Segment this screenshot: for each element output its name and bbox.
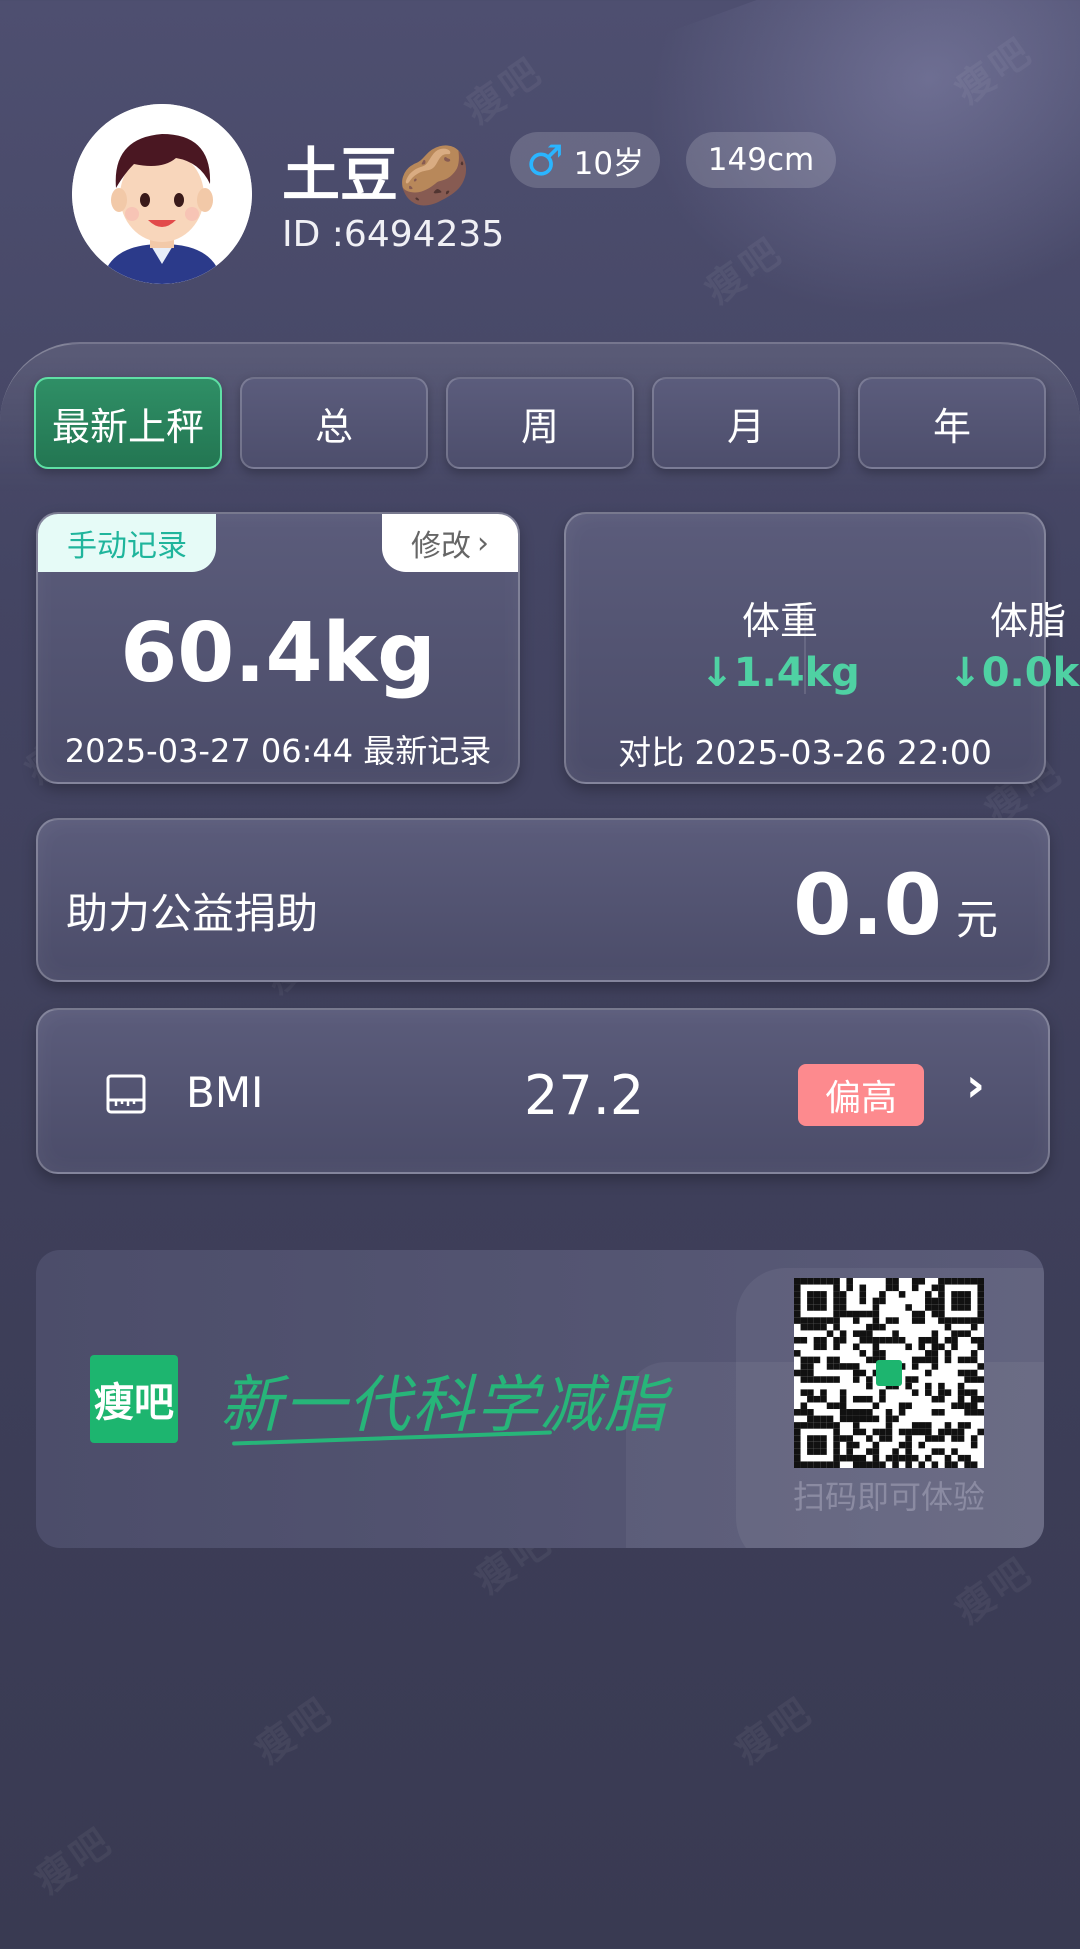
record-timestamp: 2025-03-27 06:44 最新记录: [64, 732, 492, 770]
age-label: 10岁: [573, 145, 645, 182]
weight-value: 60.4kg: [120, 606, 436, 701]
donation-label: 助力公益捐助: [66, 889, 319, 938]
male-icon: ♂: [525, 135, 564, 185]
weight-compare-label: 体重: [741, 599, 818, 643]
bmi-status-badge: 偏高: [798, 1064, 924, 1126]
weight-delta: ↓1.4kg: [700, 650, 860, 696]
tab-month[interactable]: 月: [652, 377, 840, 469]
watermark: 瘦吧: [726, 1688, 822, 1773]
bmi-card[interactable]: BMI 27.2 偏高 ›: [36, 1008, 1050, 1174]
tab-week[interactable]: 周: [446, 377, 634, 469]
divider: [804, 604, 806, 694]
bmi-label: BMI: [186, 1068, 264, 1117]
chevron-right-icon: ›: [477, 525, 489, 561]
donation-value: 0.0: [793, 856, 942, 954]
user-id: ID :6494235: [282, 214, 505, 255]
tab-latest[interactable]: 最新上秤: [34, 377, 222, 469]
height-pill: 149cm: [686, 132, 836, 188]
tab-year[interactable]: 年: [858, 377, 1046, 469]
height-label: 149cm: [707, 142, 815, 178]
promo-slogan: 新一代科学减脂: [220, 1368, 669, 1441]
compare-date: 对比 2025-03-26 22:00: [618, 733, 992, 772]
donation-card[interactable]: 助力公益捐助 0.0 元: [36, 818, 1050, 982]
fat-compare-label: 体脂: [989, 599, 1066, 643]
manual-record-tag: 手动记录: [38, 514, 216, 572]
tab-total[interactable]: 总: [240, 377, 428, 469]
latest-weight-card: 手动记录 修改 › 60.4kg 2025-03-27 06:44 最新记录: [36, 512, 520, 784]
donation-unit: 元: [955, 895, 998, 944]
scan-hint: 扫码即可体验: [792, 1478, 985, 1516]
gender-age-pill: ♂ 10岁: [510, 132, 660, 188]
watermark: 瘦吧: [456, 48, 552, 133]
qr-code: [794, 1278, 984, 1468]
compare-card: 体重 ↓1.4kg 体脂 ↓0.0kg 对比 2025-03-26 22:00: [564, 512, 1080, 784]
watermark: 瘦吧: [946, 1548, 1042, 1633]
app-logo: 瘦吧: [90, 1355, 178, 1443]
watermark: 瘦吧: [26, 1818, 122, 1903]
edit-label: 修改: [411, 529, 471, 564]
fat-delta: ↓0.0kg: [948, 650, 1080, 696]
watermark: 瘦吧: [246, 1688, 342, 1773]
bmi-value: 27.2: [524, 1064, 645, 1127]
promo-banner: 瘦吧 新一代科学减脂 扫码即可体验: [36, 1250, 1044, 1548]
edit-button[interactable]: 修改 ›: [382, 514, 518, 572]
scale-icon: [106, 1074, 146, 1114]
chevron-right-icon[interactable]: ›: [966, 1058, 985, 1112]
user-name: 土豆🥔: [282, 141, 471, 209]
avatar[interactable]: [72, 104, 252, 284]
donation-amount: 0.0 元: [793, 856, 998, 954]
